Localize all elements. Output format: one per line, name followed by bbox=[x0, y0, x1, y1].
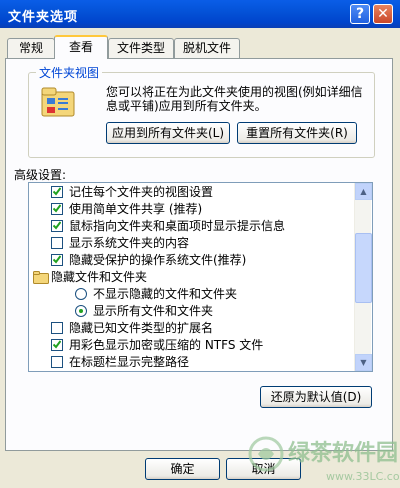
checkbox[interactable] bbox=[51, 186, 63, 198]
scroll-down-icon[interactable]: ▼ bbox=[355, 354, 372, 371]
checkbox[interactable] bbox=[51, 237, 63, 249]
checkbox[interactable] bbox=[51, 322, 63, 334]
checkbox[interactable] bbox=[51, 356, 63, 368]
list-item-label: 显示系统文件夹的内容 bbox=[69, 236, 190, 250]
tab-view[interactable]: 查看 bbox=[54, 35, 108, 59]
list-item-label: 显示所有文件和文件夹 bbox=[93, 304, 214, 318]
checkbox[interactable] bbox=[51, 220, 63, 232]
list-item-label: 使用简单文件共享 (推荐) bbox=[69, 202, 203, 216]
advanced-settings-label: 高级设置: bbox=[14, 168, 67, 182]
folder-view-icon bbox=[41, 87, 75, 117]
tab-file-types[interactable]: 文件类型 bbox=[108, 38, 174, 58]
list-item-label: 鼠标指向文件夹和桌面项时显示提示信息 bbox=[69, 219, 286, 233]
scroll-thumb[interactable] bbox=[355, 233, 372, 303]
title-bar[interactable]: 文件夹选项 ? ✕ bbox=[0, 0, 400, 28]
tab-general[interactable]: 常规 bbox=[7, 38, 55, 58]
list-item-label: 在标题栏显示完整路径 bbox=[69, 355, 190, 369]
folder-views-legend: 文件夹视图 bbox=[36, 64, 103, 81]
list-item-label: 记住每个文件夹的视图设置 bbox=[69, 185, 214, 199]
radio-button[interactable] bbox=[75, 288, 87, 300]
list-item-label: 用彩色显示加密或压缩的 NTFS 文件 bbox=[69, 338, 264, 352]
list-item-label: 隐藏已知文件类型的扩展名 bbox=[69, 321, 214, 335]
reset-all-folders-button[interactable]: 重置所有文件夹(R) bbox=[237, 122, 357, 144]
window-title: 文件夹选项 bbox=[8, 10, 79, 25]
checkbox[interactable] bbox=[51, 339, 63, 351]
checkbox[interactable] bbox=[51, 203, 63, 215]
apply-to-all-folders-button[interactable]: 应用到所有文件夹(L) bbox=[106, 122, 230, 144]
ok-button[interactable]: 确定 bbox=[145, 458, 220, 480]
svg-text:www.33LC.com: www.33LC.com bbox=[326, 470, 400, 483]
restore-defaults-button[interactable]: 还原为默认值(D) bbox=[260, 386, 372, 408]
folder-icon bbox=[33, 271, 49, 284]
cancel-button[interactable]: 取消 bbox=[226, 458, 301, 480]
vertical-scrollbar[interactable]: ▲ ▼ bbox=[354, 183, 372, 371]
checkbox[interactable] bbox=[51, 254, 63, 266]
help-button[interactable]: ? bbox=[350, 4, 370, 24]
radio-button[interactable] bbox=[75, 305, 87, 317]
scroll-up-icon[interactable]: ▲ bbox=[355, 183, 372, 200]
tab-offline-files[interactable]: 脱机文件 bbox=[174, 38, 240, 58]
list-item: 隐藏文件和文件夹 bbox=[29, 269, 329, 286]
list-item-label: 不显示隐藏的文件和文件夹 bbox=[93, 287, 238, 301]
advanced-settings-list[interactable]: 记住每个文件夹的视图设置 使用简单文件共享 (推荐) 鼠标指向文件夹和桌面项时显… bbox=[28, 182, 373, 372]
list-item-label: 隐藏文件和文件夹 bbox=[51, 270, 148, 284]
list-item-label: 隐藏受保护的操作系统文件(推荐) bbox=[69, 253, 247, 267]
folder-views-description: 您可以将正在为此文件夹使用的视图(例如详细信息或平铺)应用到所有文件夹。 bbox=[106, 85, 363, 113]
close-button[interactable]: ✕ bbox=[373, 4, 393, 24]
